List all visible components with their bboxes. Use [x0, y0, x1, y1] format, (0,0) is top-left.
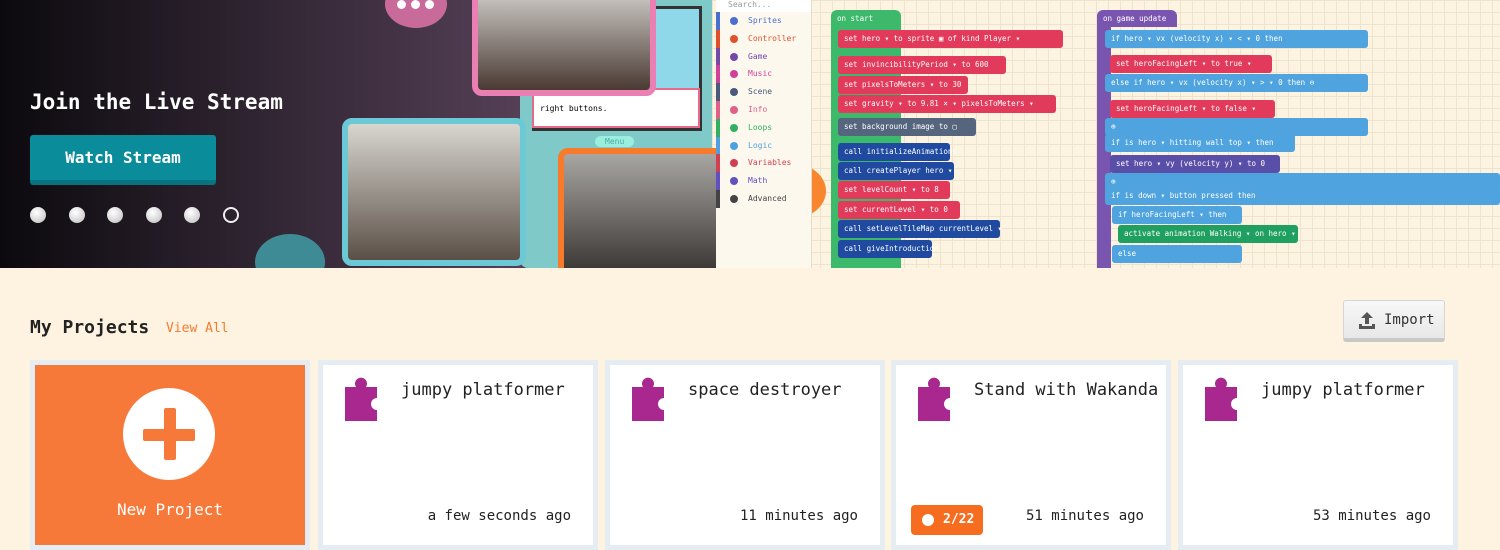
code-block: set levelCount ▾ to 8 — [838, 181, 950, 199]
code-block: call createPlayer hero ▾ — [838, 162, 954, 180]
category-icon — [730, 159, 738, 168]
toolbox-category: Music — [716, 65, 811, 84]
code-block: set currentLevel ▾ to 0 — [838, 201, 960, 219]
project-card[interactable]: Stand with Wakanda 2/22 51 minutes ago — [891, 360, 1171, 550]
view-all-link[interactable]: View All — [166, 321, 229, 336]
carousel-dot[interactable] — [69, 207, 85, 223]
toolbox-category: Controller — [716, 29, 811, 48]
toolbox-category: Sprites — [716, 12, 811, 30]
code-block: on game update — [1097, 10, 1177, 27]
toolbox-search: Search... — [716, 0, 811, 12]
code-block: call giveIntroduction — [838, 240, 939, 258]
new-project-card[interactable]: New Project — [30, 360, 310, 550]
speech-bubble-icon — [385, 0, 447, 28]
toolbox-category: Info — [716, 100, 811, 119]
last-modified: a few seconds ago — [427, 508, 571, 524]
category-icon — [730, 194, 738, 203]
category-label: Logic — [748, 140, 773, 150]
carousel-dot[interactable] — [184, 207, 200, 223]
toolbox-category: Math — [716, 172, 811, 190]
code-block: set hero ▾ to sprite ▣ of kind Player ▾ — [838, 30, 1063, 48]
puzzle-piece-icon — [345, 377, 377, 421]
menu-label: Menu — [595, 136, 635, 147]
code-block: if is down ▾ button pressed then — [1105, 187, 1500, 205]
last-modified: 53 minutes ago — [1312, 508, 1431, 524]
code-block: if is hero ▾ hitting wall top ▾ then — [1105, 134, 1295, 152]
watch-stream-button[interactable]: Watch Stream — [30, 135, 216, 185]
category-icon — [730, 105, 738, 114]
code-block: if heroFacingLeft ▾ then — [1112, 206, 1242, 224]
toolbox-category: Logic — [716, 136, 811, 155]
toolbox-category: Loops — [716, 118, 811, 137]
upload-icon — [1359, 312, 1375, 329]
category-label: Sprites — [748, 16, 782, 25]
code-block: on start — [831, 10, 901, 27]
project-title: space destroyer — [688, 380, 842, 400]
carousel-dot[interactable] — [146, 207, 162, 223]
banner-title: Join the Live Stream — [30, 90, 283, 114]
project-card[interactable]: space destroyer 11 minutes ago — [605, 360, 885, 550]
carousel-dot-active[interactable] — [223, 207, 239, 223]
code-block: set pixelsToMeters ▾ to 30 — [838, 76, 968, 94]
category-label: Variables — [748, 158, 792, 168]
puzzle-piece-icon — [632, 377, 664, 421]
project-title: jumpy platformer — [1261, 380, 1425, 400]
project-title: Stand with Wakanda — [974, 380, 1159, 400]
carousel-dot[interactable] — [107, 207, 123, 223]
category-icon — [730, 52, 738, 61]
category-icon — [730, 123, 738, 132]
plus-icon — [123, 388, 215, 480]
code-block: else — [1112, 245, 1242, 263]
category-icon — [730, 17, 738, 25]
category-icon — [730, 141, 738, 150]
project-card[interactable]: jumpy platformer 53 minutes ago — [1178, 360, 1458, 550]
puzzle-piece-icon — [918, 377, 950, 421]
code-block: set gravity ▾ to 9.81 × ▾ pixelsToMeters… — [838, 95, 1056, 113]
project-card[interactable]: jumpy platformer a few seconds ago — [318, 360, 598, 550]
code-block: set invincibilityPeriod ▾ to 600 — [838, 56, 1006, 74]
code-block: call initializeAnimations — [838, 143, 957, 161]
code-block: if hero ▾ vx (velocity x) ▾ < ▾ 0 then — [1105, 30, 1368, 48]
category-label: Info — [748, 104, 768, 114]
import-label: Import — [1384, 312, 1435, 328]
video-frame — [472, 0, 656, 96]
category-label: Game — [748, 51, 768, 61]
toolbox-category: Scene — [716, 83, 811, 101]
code-block: set heroFacingLeft ▾ to false ▾ — [1110, 100, 1275, 118]
category-icon — [730, 177, 738, 186]
new-project-label: New Project — [117, 500, 223, 519]
last-modified: 11 minutes ago — [739, 508, 858, 524]
code-block: call setLevelTileMap currentLevel ▾ — [838, 220, 1002, 238]
toolbox-category: Game — [716, 47, 811, 66]
category-icon — [730, 70, 738, 79]
category-label: Scene — [748, 87, 773, 97]
code-block: set heroFacingLeft ▾ to true ▾ — [1110, 55, 1272, 73]
progress-badge: 2/22 — [911, 505, 983, 535]
carousel-dot[interactable] — [30, 207, 46, 223]
code-block: activate animation Walking ▾ on hero ▾ — [1118, 225, 1298, 243]
hero-banner: right buttons. Menu Search... Sprites Con… — [0, 0, 1500, 268]
code-block: set hero ▾ vy (velocity y) ▾ to 0 — [1110, 155, 1280, 173]
category-icon — [730, 88, 738, 97]
category-label: Advanced — [748, 193, 787, 203]
category-label: Loops — [748, 122, 773, 132]
category-icon — [730, 34, 738, 43]
puzzle-piece-icon — [1205, 377, 1237, 421]
code-block: set background image to ▢ — [838, 118, 976, 136]
toolbox-category: Variables — [716, 154, 811, 173]
category-label: Controller — [748, 33, 797, 43]
project-title: jumpy platformer — [401, 380, 565, 400]
category-label: Math — [748, 176, 768, 186]
toolbox-preview: Search... Sprites Controller Game Music Scen… — [716, 0, 812, 268]
toolbox-category: Advanced — [716, 189, 811, 208]
code-block: else if hero ▾ vx (velocity x) ▾ > ▾ 0 t… — [1105, 74, 1368, 92]
video-frame — [342, 118, 526, 266]
import-button[interactable]: Import — [1343, 300, 1445, 342]
category-label: Music — [748, 69, 773, 79]
speech-bubble-icon — [255, 234, 325, 268]
section-title: My Projects — [30, 317, 150, 338]
last-modified: 51 minutes ago — [1025, 508, 1144, 524]
